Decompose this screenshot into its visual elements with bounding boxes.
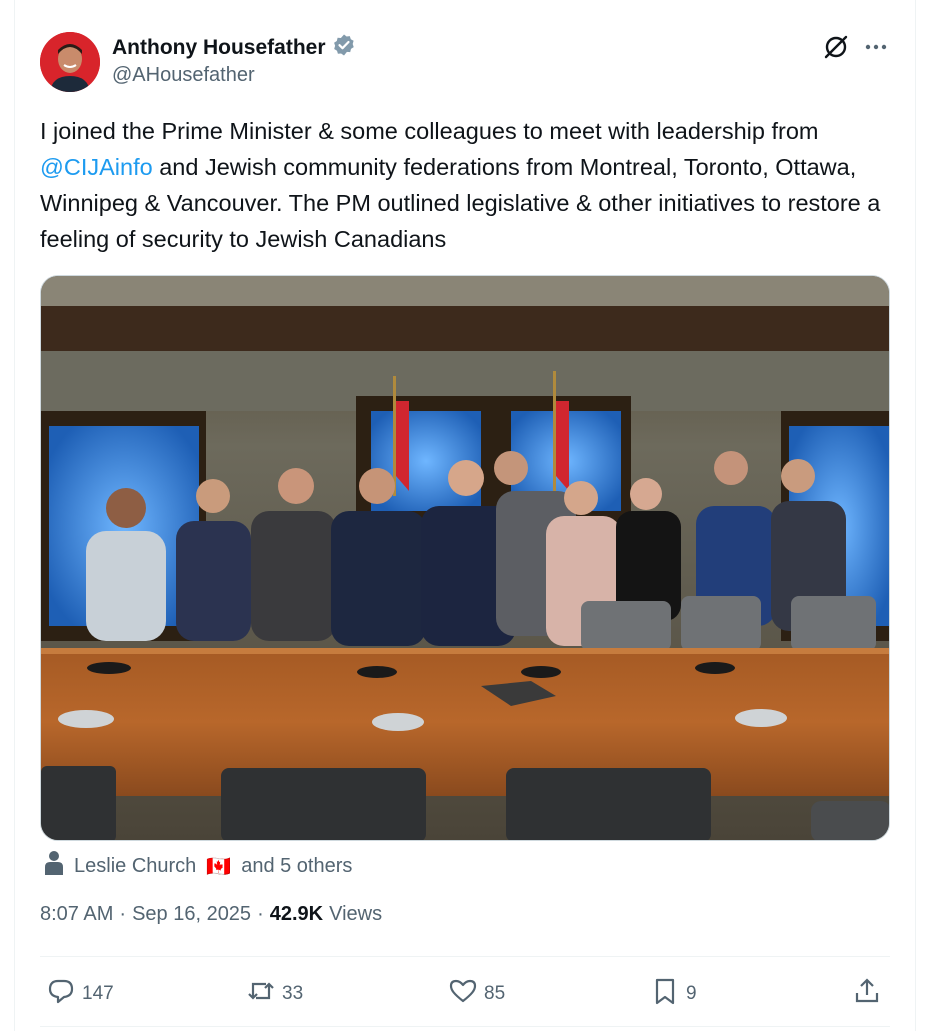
author-name-row[interactable]: Anthony Housefather: [112, 33, 356, 62]
reply-count: 147: [82, 983, 114, 1004]
bookmark-button[interactable]: 9: [650, 976, 697, 1012]
views-label: Views: [329, 903, 383, 925]
like-count: 85: [484, 983, 506, 1004]
mention-link[interactable]: @CIJAinfo: [40, 154, 153, 180]
tweet-text-part2: and Jewish community federations from Mo…: [40, 154, 881, 252]
divider: [40, 956, 890, 957]
reply-button[interactable]: 147: [46, 976, 114, 1012]
tweet-photo[interactable]: [40, 275, 890, 841]
like-button[interactable]: 85: [448, 976, 505, 1012]
meta-separator: ·: [257, 903, 264, 925]
share-icon: [852, 976, 882, 1012]
repost-icon: [246, 976, 276, 1012]
grok-icon[interactable]: [822, 33, 850, 61]
action-bar: 147 33 85 9: [40, 968, 890, 1016]
tweet-meta: 8:07 AM · Sep 16, 2025 · 42.9K Views: [40, 903, 382, 926]
views-count: 42.9K: [269, 903, 324, 925]
meta-separator: ·: [119, 903, 127, 925]
person-icon: [44, 850, 64, 882]
reply-icon: [46, 976, 76, 1012]
bookmark-count: 9: [686, 983, 697, 1004]
repost-count: 33: [282, 983, 304, 1004]
author-display-name[interactable]: Anthony Housefather: [112, 36, 326, 60]
tagged-people[interactable]: Leslie Church 🇨🇦 and 5 others: [44, 850, 352, 882]
tweet-date[interactable]: Sep 16, 2025: [132, 903, 251, 926]
author-avatar[interactable]: [40, 32, 100, 92]
repost-button[interactable]: 33: [246, 976, 303, 1012]
verified-badge-icon: [332, 33, 356, 62]
divider: [40, 1026, 890, 1027]
canada-flag-icon: 🇨🇦: [206, 855, 232, 878]
bookmark-icon: [650, 976, 680, 1012]
tweet-text: I joined the Prime Minister & some colle…: [40, 113, 890, 257]
more-icon[interactable]: [862, 33, 890, 61]
share-button[interactable]: [852, 976, 882, 1012]
tweet-time[interactable]: 8:07 AM: [40, 903, 113, 926]
like-icon: [448, 976, 478, 1012]
tweet-text-part1: I joined the Prime Minister & some colle…: [40, 118, 819, 144]
tagged-others[interactable]: and 5 others: [241, 855, 352, 878]
tagged-name[interactable]: Leslie Church: [74, 855, 196, 878]
author-handle[interactable]: @AHousefather: [112, 64, 255, 87]
